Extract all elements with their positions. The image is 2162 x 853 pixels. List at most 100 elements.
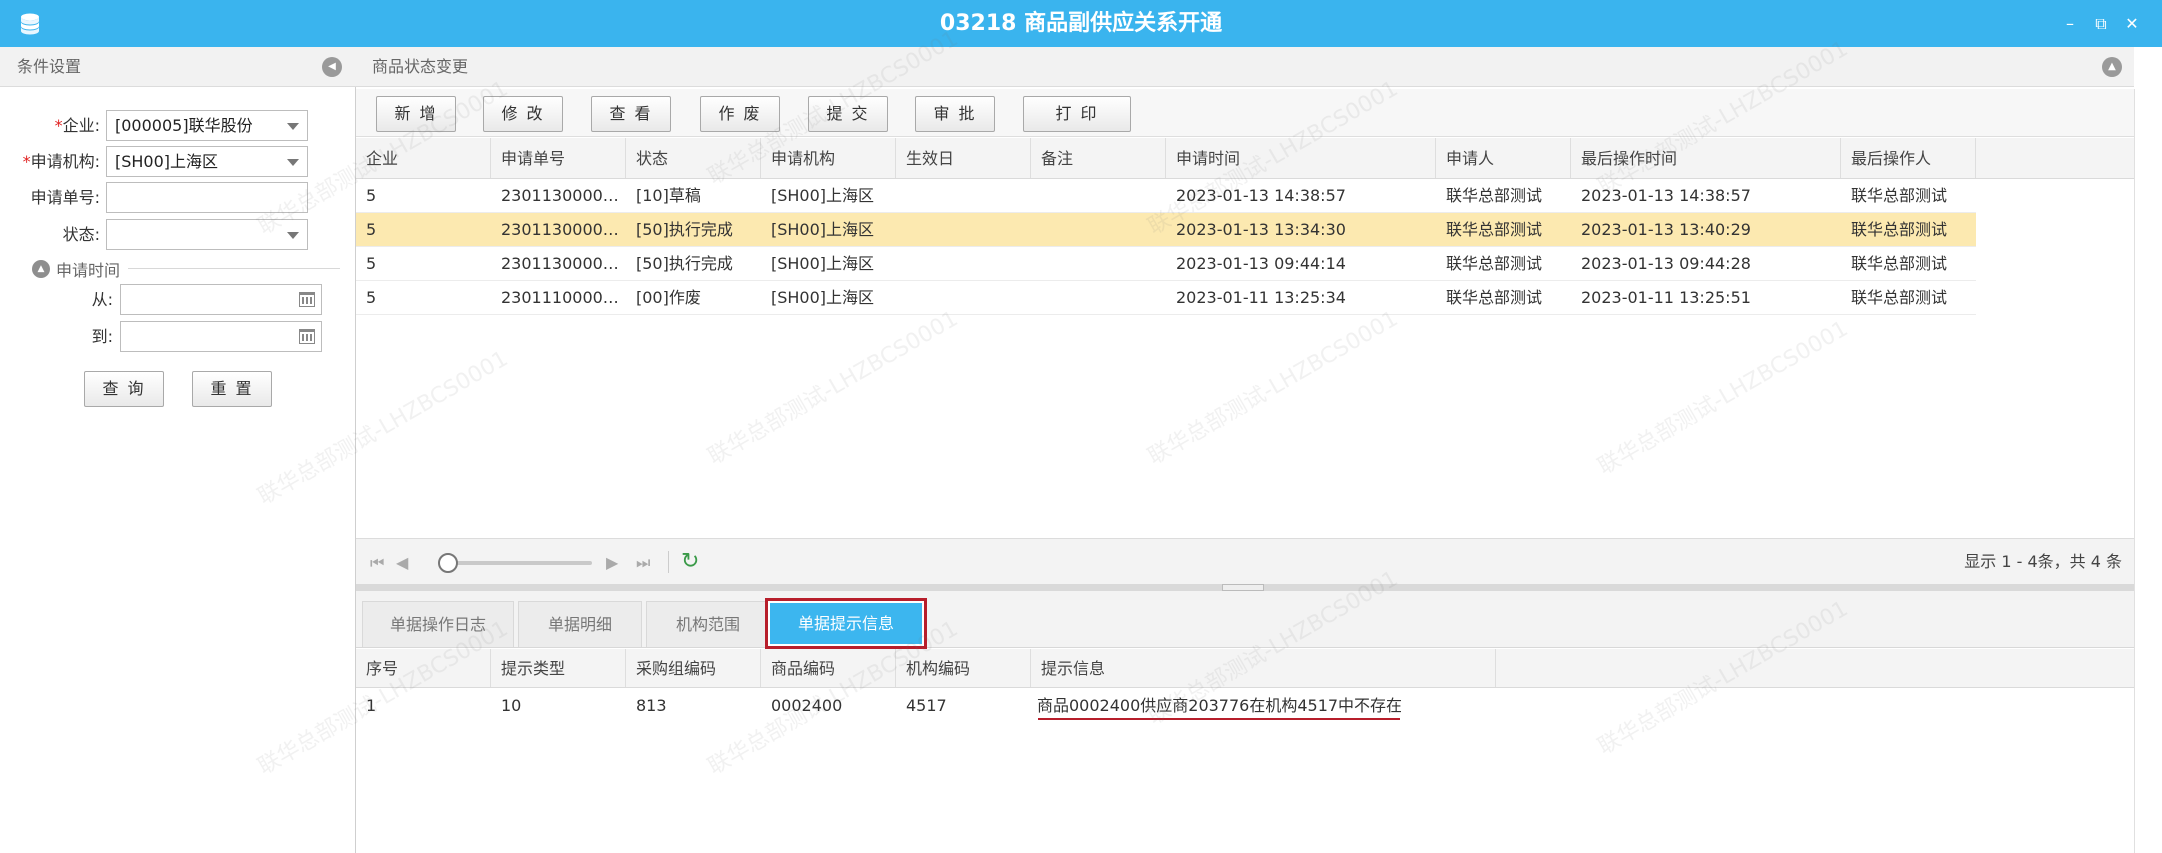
print-button[interactable]: 打 印 xyxy=(1023,96,1131,132)
apply-no-label: 申请单号: xyxy=(30,188,100,207)
splitter-handle[interactable] xyxy=(1222,584,1264,591)
column-header[interactable]: 申请人 xyxy=(1436,138,1571,178)
table-cell: 联华总部测试 xyxy=(1851,220,1948,239)
add-button[interactable]: 新 增 xyxy=(376,96,456,132)
column-header[interactable]: 提示信息 xyxy=(1031,649,1496,687)
calendar-icon[interactable] xyxy=(299,292,315,307)
condition-panel-header: 条件设置 ◀ xyxy=(0,47,356,87)
table-cell: 联华总部测试 xyxy=(1851,288,1948,307)
chevron-down-icon xyxy=(287,159,299,166)
pager-summary: 显示 1 - 4条，共 4 条 xyxy=(1964,552,2122,571)
column-header[interactable]: 状态 xyxy=(626,138,761,178)
next-page-icon[interactable]: ▶ xyxy=(606,553,618,572)
toolbar: 新 增 修 改 查 看 作 废 提 交 审 批 打 印 xyxy=(356,89,2134,137)
column-header[interactable]: 最后操作人 xyxy=(1841,138,1976,178)
table-row-selected[interactable]: 5 23011300000... [50]执行完成 [SH00]上海区 2023… xyxy=(356,213,1976,247)
table-cell: 5 xyxy=(366,288,377,307)
table-cell: 23011100000... xyxy=(501,288,626,307)
table-cell: 4517 xyxy=(906,696,947,715)
column-header[interactable]: 申请机构 xyxy=(761,138,896,178)
column-header[interactable]: 序号 xyxy=(356,649,491,687)
table-row[interactable]: 5 23011100000... [00]作废 [SH00]上海区 2023-0… xyxy=(356,281,1976,315)
table-cell: 联华总部测试 xyxy=(1446,220,1543,239)
table-cell xyxy=(1031,213,1166,246)
chevron-down-icon xyxy=(287,232,299,239)
table-cell xyxy=(896,247,1031,280)
column-header[interactable]: 申请时间 xyxy=(1166,138,1436,178)
window-title: 03218 商品副供应关系开通 xyxy=(939,11,1223,36)
table-cell: 2023-01-11 13:25:34 xyxy=(1176,288,1346,307)
view-button[interactable]: 查 看 xyxy=(591,96,671,132)
reset-button[interactable]: 重 置 xyxy=(192,371,272,407)
page-slider-knob[interactable] xyxy=(438,553,458,573)
table-row[interactable]: 5 23011300000... [10]草稿 [SH00]上海区 2023-0… xyxy=(356,179,1976,213)
last-page-icon[interactable]: ⏭ xyxy=(636,553,650,573)
table-cell: [50]执行完成 xyxy=(636,220,733,239)
close-button[interactable]: ✕ xyxy=(2122,14,2142,34)
column-header[interactable]: 提示类型 xyxy=(491,649,626,687)
collapse-section-icon[interactable]: ▲ xyxy=(32,260,50,278)
prev-page-icon[interactable]: ◀ xyxy=(396,553,408,572)
table-cell: 23011300000... xyxy=(501,220,626,239)
apply-no-input[interactable] xyxy=(106,182,308,213)
detail-grid-header: 序号 提示类型 采购组编码 商品编码 机构编码 提示信息 xyxy=(356,649,2134,688)
section-divider xyxy=(128,268,340,269)
refresh-icon[interactable]: ↻ xyxy=(681,549,699,574)
minimize-button[interactable]: – xyxy=(2060,14,2080,34)
from-date-input[interactable] xyxy=(120,284,322,315)
table-cell xyxy=(896,281,1031,314)
collapse-up-icon[interactable]: ▲ xyxy=(2102,57,2122,77)
table-cell: 联华总部测试 xyxy=(1446,288,1543,307)
table-cell: 联华总部测试 xyxy=(1446,186,1543,205)
org-select[interactable]: [SH00]上海区 xyxy=(106,146,308,177)
title-bar: 03218 商品副供应关系开通 – ⧉ ✕ xyxy=(0,0,2162,47)
pager: ⏮ ◀ ▶ ⏭ ↻ 显示 1 - 4条，共 4 条 xyxy=(356,538,2134,584)
table-cell: 813 xyxy=(636,696,667,715)
status-select[interactable] xyxy=(106,219,308,250)
to-date-input[interactable] xyxy=(120,321,322,352)
table-cell: 2023-01-13 09:44:14 xyxy=(1176,254,1346,273)
query-button[interactable]: 查 询 xyxy=(84,371,164,407)
table-cell xyxy=(896,179,1031,212)
column-header[interactable]: 企业 xyxy=(356,138,491,178)
column-header[interactable]: 最后操作时间 xyxy=(1571,138,1841,178)
company-select[interactable]: [000005]联华股份 xyxy=(106,110,308,141)
tab-document-detail[interactable]: 单据明细 xyxy=(518,601,642,647)
table-cell: 10 xyxy=(501,696,522,715)
tab-operation-log[interactable]: 单据操作日志 xyxy=(362,601,514,647)
first-page-icon[interactable]: ⏮ xyxy=(370,553,384,573)
table-cell: [SH00]上海区 xyxy=(771,220,875,239)
vertical-scrollbar[interactable] xyxy=(2134,89,2162,853)
table-cell: 2023-01-13 14:38:57 xyxy=(1581,186,1751,205)
company-label: *企业: xyxy=(54,116,100,135)
main-panel-header: 商品状态变更 ▲ xyxy=(356,47,2134,87)
main-panel-title: 商品状态变更 xyxy=(372,57,469,76)
table-cell: [00]作废 xyxy=(636,288,701,307)
table-cell: [SH00]上海区 xyxy=(771,254,875,273)
pager-divider xyxy=(668,551,669,573)
table-row[interactable]: 5 23011300000... [50]执行完成 [SH00]上海区 2023… xyxy=(356,247,1976,281)
condition-panel-title: 条件设置 xyxy=(17,57,82,76)
column-header[interactable]: 备注 xyxy=(1031,138,1166,178)
submit-button[interactable]: 提 交 xyxy=(808,96,888,132)
collapse-left-icon[interactable]: ◀ xyxy=(322,57,342,77)
restore-button[interactable]: ⧉ xyxy=(2091,14,2111,34)
edit-button[interactable]: 修 改 xyxy=(483,96,563,132)
column-header[interactable]: 商品编码 xyxy=(761,649,896,687)
tab-prompt-info[interactable]: 单据提示信息 xyxy=(770,603,922,644)
column-header[interactable]: 申请单号 xyxy=(491,138,626,178)
table-cell: 联华总部测试 xyxy=(1851,186,1948,205)
approve-button[interactable]: 审 批 xyxy=(915,96,995,132)
table-cell: 23011300000... xyxy=(501,254,626,273)
tab-org-scope[interactable]: 机构范围 xyxy=(646,601,770,647)
column-header[interactable]: 采购组编码 xyxy=(626,649,761,687)
column-header[interactable]: 生效日 xyxy=(896,138,1031,178)
calendar-icon[interactable] xyxy=(299,329,315,344)
void-button[interactable]: 作 废 xyxy=(700,96,780,132)
column-header[interactable]: 机构编码 xyxy=(896,649,1031,687)
table-cell: 23011300000... xyxy=(501,186,626,205)
to-label: 到: xyxy=(91,327,113,346)
page-slider-track[interactable] xyxy=(446,561,592,565)
from-label: 从: xyxy=(91,290,113,309)
table-cell: 2023-01-13 09:44:28 xyxy=(1581,254,1751,273)
